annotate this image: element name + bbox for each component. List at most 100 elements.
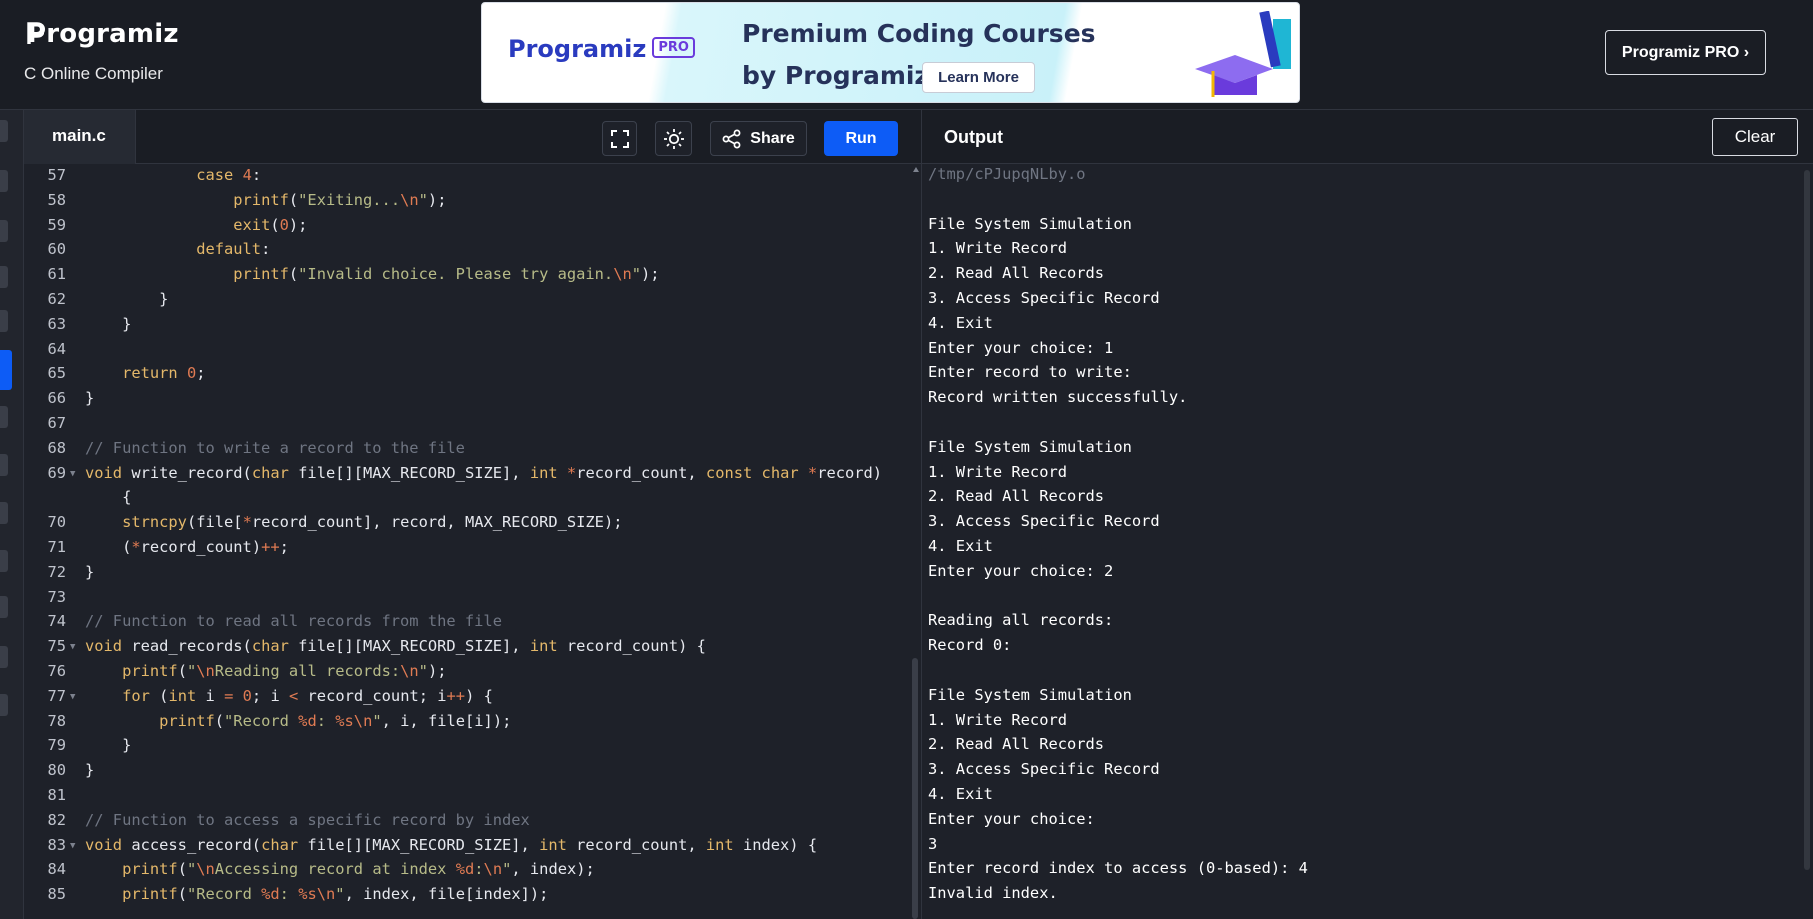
file-tab-main-c[interactable]: main.c (24, 110, 136, 164)
line-number: 74 (47, 612, 66, 631)
code-text: } (85, 736, 132, 755)
run-button[interactable]: Run (824, 121, 898, 156)
output-line: 3 (928, 834, 938, 853)
line-number: 60 (47, 240, 66, 259)
language-icon-go[interactable] (0, 550, 8, 572)
fold-arrow-icon[interactable]: ▼ (70, 642, 75, 652)
code-text: void read_records(char file[][MAX_RECORD… (85, 637, 706, 656)
code-line[interactable]: 57 case 4: (24, 166, 904, 191)
code-line[interactable]: 82 // Function to access a specific recor… (24, 811, 904, 836)
output-scrollbar[interactable] (1804, 170, 1810, 870)
output-line: Enter your choice: 2 (928, 561, 1114, 580)
code-text: strncpy(file[*record_count], record, MAX… (122, 513, 623, 532)
clear-button[interactable]: Clear (1712, 118, 1798, 156)
line-number: 59 (47, 215, 66, 234)
code-line[interactable]: 59 exit(0); (24, 216, 904, 241)
code-line[interactable]: { (24, 488, 904, 513)
language-icon-c-active[interactable] (0, 350, 12, 390)
scroll-up-arrow-icon[interactable] (912, 166, 920, 174)
programiz-pro-button[interactable]: Programiz PRO › (1605, 30, 1766, 75)
language-icon-rust[interactable] (0, 694, 8, 716)
code-text: printf("Record %d: %s\n", i, file[i]); (159, 711, 512, 730)
code-line[interactable]: 62 } (24, 290, 904, 315)
theme-toggle-button[interactable] (655, 121, 692, 156)
language-icon-js[interactable] (0, 502, 8, 524)
code-line[interactable]: 85 printf("Record %d: %s\n", index, file… (24, 885, 904, 910)
code-line[interactable]: 81 (24, 786, 904, 811)
banner-logo-text: Programiz (508, 35, 647, 63)
line-number: 83 (47, 835, 66, 854)
code-line[interactable]: 58 printf("Exiting...\n"); (24, 191, 904, 216)
code-line[interactable]: 78 printf("Record %d: %s\n", i, file[i])… (24, 712, 904, 737)
line-number: 65 (47, 364, 66, 383)
code-line[interactable]: 67 (24, 414, 904, 439)
code-line[interactable]: 64 (24, 340, 904, 365)
code-line[interactable]: 70 strncpy(file[*record_count], record, … (24, 513, 904, 538)
code-text: { (85, 488, 132, 507)
code-line[interactable]: 68 // Function to write a record to the f… (24, 439, 904, 464)
code-text: printf("Record %d: %s\n", index, file[in… (122, 885, 549, 904)
banner-title: Premium Coding Courses (742, 19, 1096, 48)
language-icon-csharp[interactable] (0, 454, 8, 476)
output-line: Enter your choice: (928, 809, 1095, 828)
output-console[interactable]: /tmp/cPJupqNLby.o File System Simulation 1… (928, 164, 1798, 919)
share-label: Share (750, 129, 795, 147)
line-number: 84 (47, 860, 66, 879)
code-line[interactable]: 61 printf("Invalid choice. Please try ag… (24, 265, 904, 290)
fold-arrow-icon[interactable]: ▼ (70, 692, 75, 702)
books-graduation-cap-icon (1195, 11, 1291, 97)
share-button[interactable]: Share (710, 121, 807, 156)
code-line[interactable]: 65 return 0; (24, 364, 904, 389)
code-line[interactable]: 76 printf("\nReading all records:\n"); (24, 662, 904, 687)
language-icon-sql[interactable] (0, 220, 8, 242)
language-icon-html[interactable] (0, 266, 8, 288)
fold-arrow-icon[interactable]: ▼ (70, 469, 75, 479)
code-area[interactable]: 57 case 4: 58 printf("Exiting...\n"); 59 e… (24, 164, 904, 919)
language-icon-python[interactable] (0, 120, 8, 142)
code-text: printf("Exiting...\n"); (233, 190, 447, 209)
line-number: 81 (47, 786, 66, 804)
code-line[interactable]: 80} (24, 761, 904, 786)
output-line: 4. Exit (928, 313, 993, 332)
language-icon-cpp[interactable] (0, 406, 8, 428)
theme-sun-icon (663, 128, 684, 149)
line-number: 80 (47, 761, 66, 780)
output-line: File System Simulation (928, 437, 1132, 456)
language-icon-r[interactable] (0, 170, 8, 192)
fold-arrow-icon[interactable]: ▼ (70, 841, 75, 851)
output-line: 4. Exit (928, 785, 993, 803)
output-line: 3. Access Specific Record (928, 760, 1160, 779)
code-line[interactable]: 75 ▼ void read_records(char file[][MAX_REC… (24, 637, 904, 662)
line-number: 63 (47, 314, 66, 333)
code-line[interactable]: 63 } (24, 315, 904, 340)
code-text: // Function to write a record to the fil… (85, 438, 465, 457)
programiz-logo[interactable]: Programiz (26, 18, 179, 49)
code-line[interactable]: 77 ▼ for (int i = 0; i < record_count; i+… (24, 687, 904, 712)
code-line[interactable]: 72} (24, 563, 904, 588)
ad-banner[interactable]: Programiz PRO Premium Coding Courses by P… (481, 2, 1300, 103)
code-line[interactable]: 84 printf("\nAccessing record at index %… (24, 860, 904, 885)
editor-scrollbar-thumb[interactable] (912, 658, 918, 919)
code-line[interactable]: 66} (24, 389, 904, 414)
code-line[interactable]: 83 ▼ void access_record(char file[][MAX_RE… (24, 836, 904, 861)
output-line: 4. Exit (928, 537, 993, 555)
code-line[interactable]: 74 // Function to read all records from t… (24, 612, 904, 637)
code-line[interactable]: 71 (*record_count)++; (24, 538, 904, 563)
code-line[interactable]: 60 default: (24, 240, 904, 265)
code-line[interactable]: 69 ▼ void write_record(char file[][MAX_REC… (24, 464, 904, 489)
line-number: 62 (47, 290, 66, 308)
language-icon-java[interactable] (0, 310, 8, 332)
language-icon-swift[interactable] (0, 646, 8, 668)
line-number: 69 (47, 463, 66, 482)
line-number: 68 (47, 438, 66, 457)
code-line[interactable]: 79 } (24, 736, 904, 761)
code-text: exit(0); (233, 215, 308, 234)
language-icon-php[interactable] (0, 596, 8, 618)
fullscreen-button[interactable] (602, 121, 637, 156)
output-line: /tmp/cPJupqNLby.o (928, 165, 1086, 183)
code-text: } (85, 290, 169, 308)
code-line[interactable]: 73 (24, 588, 904, 613)
language-sidebar (0, 110, 24, 919)
banner-pro-badge: PRO (652, 36, 695, 58)
learn-more-button[interactable]: Learn More (922, 62, 1035, 93)
